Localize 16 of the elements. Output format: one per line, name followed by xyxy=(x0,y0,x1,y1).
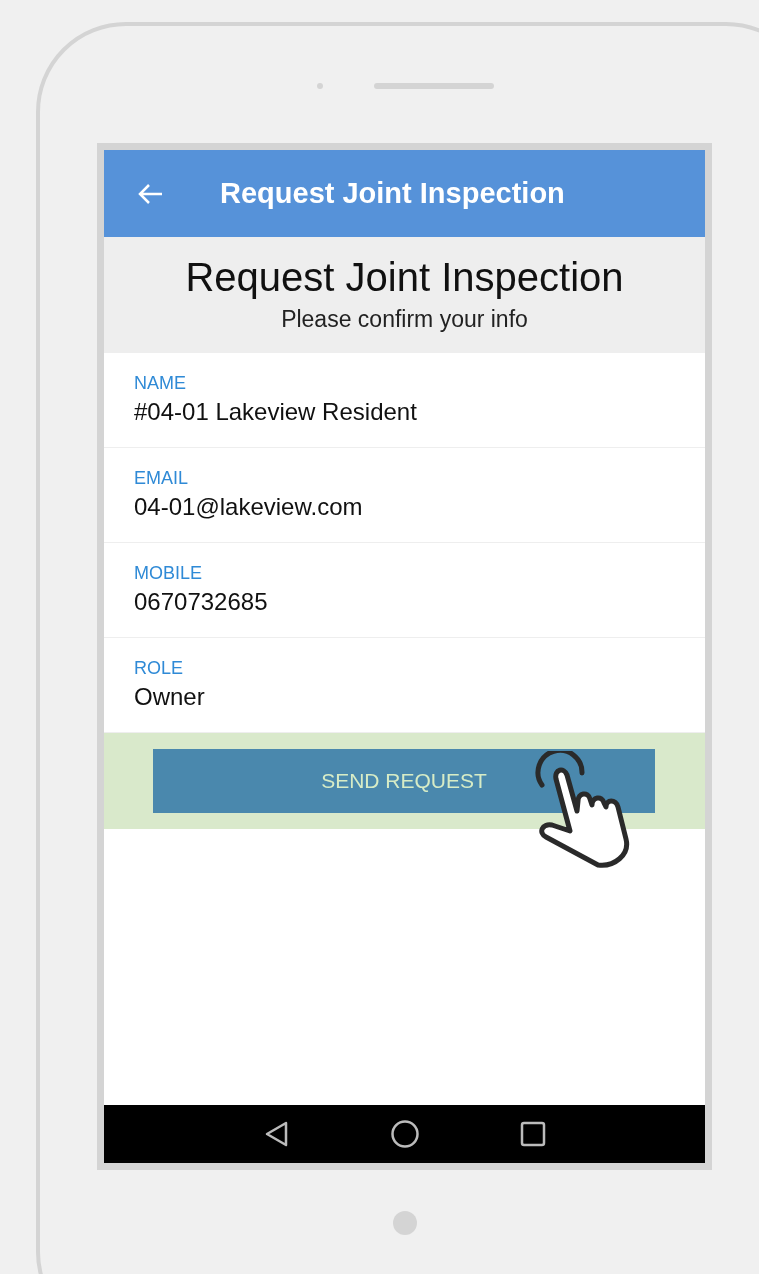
square-icon[interactable] xyxy=(519,1121,546,1147)
home-circle-icon[interactable] xyxy=(389,1119,420,1149)
page-subtitle: Please confirm your info xyxy=(281,305,528,334)
field-value: 04-01@lakeview.com xyxy=(134,492,364,522)
field-label: MOBILE xyxy=(134,562,204,584)
field-label: ROLE xyxy=(134,657,185,679)
field-label: NAME xyxy=(134,372,187,394)
back-triangle-icon[interactable] xyxy=(263,1120,290,1148)
send-request-button[interactable]: SEND REQUEST xyxy=(153,749,655,813)
field-value: Owner xyxy=(134,682,206,712)
field-label: EMAIL xyxy=(134,467,190,489)
field-value: #04-01 Lakeview Resident xyxy=(134,397,418,427)
field-value: 0670732685 xyxy=(134,587,269,617)
back-arrow-icon[interactable] xyxy=(136,181,164,206)
app-bar-title: Request Joint Inspection xyxy=(220,175,565,211)
page-heading: Request Joint Inspection xyxy=(185,254,624,301)
